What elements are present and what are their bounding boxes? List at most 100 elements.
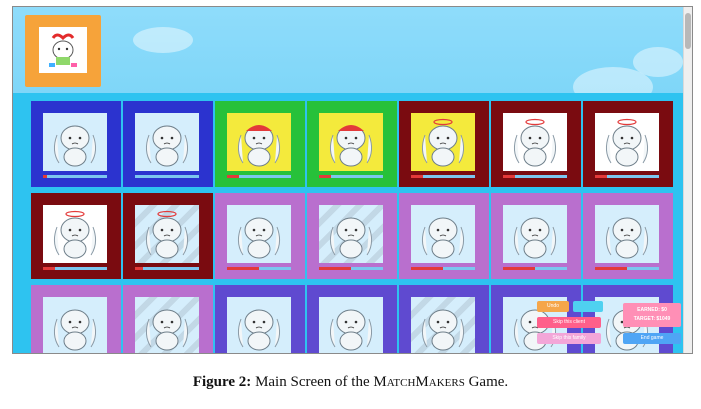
character-card[interactable] (583, 193, 673, 279)
card-progress-bar (595, 267, 659, 270)
card-board (13, 93, 683, 353)
bunny-character-icon (421, 217, 465, 259)
card-portrait (319, 113, 383, 171)
card-portrait (319, 205, 383, 263)
vertical-scrollbar[interactable] (683, 7, 692, 353)
card-progress-fill (411, 267, 443, 270)
bunny-character-icon (329, 125, 373, 167)
card-progress-fill (503, 267, 535, 270)
cloud-decoration (133, 27, 193, 53)
bunny-character-icon (145, 210, 189, 259)
character-card[interactable] (491, 193, 581, 279)
earned-value: EARNED: $0 (637, 307, 667, 313)
hud-blank-button[interactable] (573, 301, 603, 312)
card-progress-bar (227, 175, 291, 178)
card-portrait (135, 205, 199, 263)
character-card[interactable] (31, 101, 121, 187)
card-progress-bar (503, 175, 567, 178)
character-card[interactable] (31, 285, 121, 353)
character-card[interactable] (399, 193, 489, 279)
cloud-decoration (633, 47, 683, 77)
caption-text-after: Game. (468, 374, 509, 390)
card-progress-fill (227, 267, 259, 270)
bunny-character-icon (605, 118, 649, 167)
scrollbar-thumb[interactable] (685, 13, 691, 49)
character-card[interactable] (215, 101, 305, 187)
sky-background (13, 7, 692, 107)
card-portrait (411, 297, 475, 353)
bunny-character-icon (145, 125, 189, 167)
bunny-character-icon (237, 125, 281, 167)
score-panel: EARNED: $0 TARGET: $1049 (623, 303, 681, 327)
card-portrait (135, 297, 199, 353)
card-portrait (411, 205, 475, 263)
bunny-character-icon (421, 309, 465, 351)
card-portrait (135, 113, 199, 171)
card-progress-fill (227, 175, 239, 178)
card-progress-fill (595, 267, 627, 270)
card-progress-fill (319, 175, 331, 178)
character-card[interactable] (123, 101, 213, 187)
card-progress-fill (595, 175, 607, 178)
card-progress-fill (503, 175, 515, 178)
client-profile-card[interactable] (25, 15, 101, 87)
card-progress-bar (411, 175, 475, 178)
character-card[interactable] (307, 193, 397, 279)
card-progress-bar (135, 267, 199, 270)
card-progress-bar (411, 267, 475, 270)
figure-caption: Figure 2: Main Screen of the MatchMakers… (0, 374, 701, 391)
character-card[interactable] (399, 285, 489, 353)
bunny-character-icon (237, 309, 281, 351)
game-name: MatchMakers (373, 374, 465, 390)
bunny-character-icon (53, 125, 97, 167)
bunny-character-icon (53, 210, 97, 259)
card-portrait (595, 205, 659, 263)
bunny-character-icon (513, 118, 557, 167)
skip-family-button[interactable]: Skip this family (537, 333, 601, 344)
character-card[interactable] (307, 285, 397, 353)
undo-button[interactable]: Undo (537, 301, 569, 312)
card-progress-bar (503, 267, 567, 270)
caption-text-before: Main Screen of the (255, 374, 370, 390)
card-portrait (43, 297, 107, 353)
bunny-character-icon (53, 309, 97, 351)
character-card[interactable] (491, 101, 581, 187)
card-progress-fill (135, 267, 143, 270)
card-portrait (227, 297, 291, 353)
bunny-character-icon (605, 217, 649, 259)
card-portrait (503, 205, 567, 263)
skip-client-button[interactable]: Skip this client (537, 317, 601, 328)
card-progress-fill (411, 175, 423, 178)
card-portrait (319, 297, 383, 353)
target-value: TARGET: $1049 (633, 316, 671, 322)
character-card[interactable] (583, 101, 673, 187)
end-game-button[interactable]: End game (623, 333, 681, 344)
bunny-character-icon (421, 118, 465, 167)
card-portrait (411, 113, 475, 171)
card-progress-bar (595, 175, 659, 178)
card-progress-bar (43, 175, 107, 178)
card-portrait (43, 113, 107, 171)
character-card[interactable] (123, 285, 213, 353)
figure-label: Figure 2: (192, 374, 252, 390)
card-progress-bar (319, 175, 383, 178)
card-portrait (43, 205, 107, 263)
card-progress-fill (319, 267, 351, 270)
card-progress-bar (43, 267, 107, 270)
character-card[interactable] (123, 193, 213, 279)
bunny-character-icon (513, 217, 557, 259)
client-avatar (39, 27, 87, 73)
bunny-character-icon (329, 309, 373, 351)
bunny-avatar-icon (49, 33, 77, 67)
card-portrait (595, 113, 659, 171)
card-portrait (227, 113, 291, 171)
character-card[interactable] (399, 101, 489, 187)
card-progress-bar (227, 267, 291, 270)
character-card[interactable] (31, 193, 121, 279)
card-portrait (503, 113, 567, 171)
character-card[interactable] (215, 285, 305, 353)
card-progress-fill (43, 267, 55, 270)
game-window: Undo Skip this client Skip this family E… (12, 6, 693, 354)
character-card[interactable] (307, 101, 397, 187)
character-card[interactable] (215, 193, 305, 279)
